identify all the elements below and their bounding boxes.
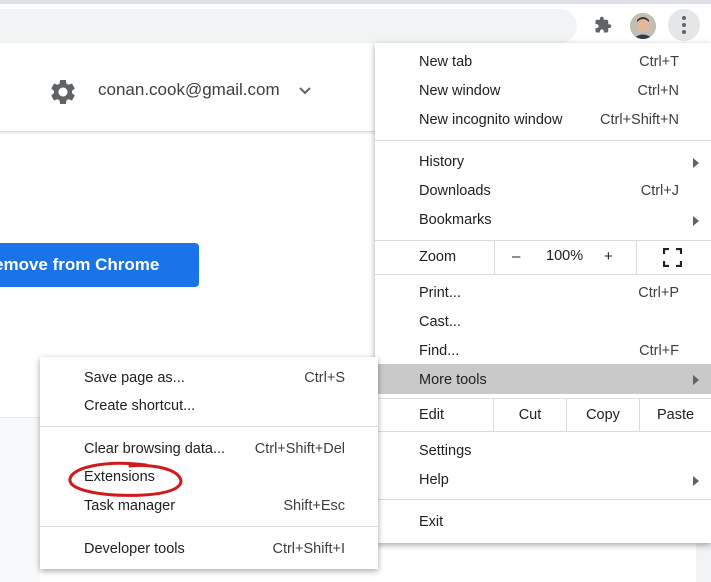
- submenu-item-shortcut: Ctrl+Shift+Del: [254, 441, 345, 457]
- remove-button-label: emove from Chrome: [0, 255, 160, 274]
- submenu-arrow-icon: [693, 158, 699, 168]
- menu-divider: [375, 274, 711, 275]
- remove-from-chrome-button[interactable]: emove from Chrome: [0, 243, 199, 287]
- more-tools-submenu: Save page as... Ctrl+S Create shortcut..…: [40, 357, 378, 569]
- menu-dot: [682, 16, 686, 20]
- copy-label: Copy: [586, 407, 620, 423]
- menu-divider: [375, 140, 711, 141]
- submenu-item-extensions[interactable]: Extensions: [40, 463, 378, 491]
- submenu-item-shortcut: Ctrl+Shift+I: [272, 541, 345, 557]
- submenu-arrow-icon: [693, 375, 699, 385]
- submenu-item-label: Task manager: [84, 498, 176, 514]
- submenu-arrow-icon: [693, 216, 699, 226]
- submenu-item-shortcut: Ctrl+S: [304, 370, 345, 386]
- cut-label: Cut: [518, 407, 542, 423]
- menu-item-shortcut: Ctrl+J: [640, 183, 679, 199]
- menu-divider: [375, 499, 711, 500]
- zoom-label: Zoom: [419, 249, 457, 265]
- cut-button[interactable]: Cut: [493, 399, 566, 431]
- submenu-item-clear-browsing-data[interactable]: Clear browsing data... Ctrl+Shift+Del: [40, 435, 378, 463]
- avatar-image: [630, 13, 656, 39]
- paste-button[interactable]: Paste: [639, 399, 711, 431]
- submenu-item-create-shortcut[interactable]: Create shortcut...: [40, 392, 378, 420]
- fullscreen-icon[interactable]: [663, 248, 682, 267]
- page-scroll-area: [696, 541, 711, 582]
- menu-item-shortcut: Ctrl+T: [639, 54, 679, 70]
- menu-item-label: New window: [419, 83, 501, 99]
- edit-label: Edit: [419, 407, 444, 423]
- menu-item-history[interactable]: History: [375, 148, 711, 177]
- submenu-divider: [40, 426, 378, 427]
- menu-item-help[interactable]: Help: [375, 466, 711, 495]
- menu-item-label: Find...: [419, 343, 460, 359]
- profile-avatar[interactable]: [630, 13, 656, 39]
- zoom-in-button[interactable]: +: [604, 248, 613, 265]
- submenu-item-label: Clear browsing data...: [84, 441, 226, 457]
- menu-item-print[interactable]: Print... Ctrl+P: [375, 279, 711, 308]
- menu-item-more-tools[interactable]: More tools: [375, 364, 711, 394]
- menu-item-settings[interactable]: Settings: [375, 437, 711, 466]
- menu-item-label: Help: [419, 472, 449, 488]
- account-header: conan.cook@gmail.com: [0, 44, 390, 132]
- browser-toolbar: [0, 0, 711, 44]
- submenu-item-task-manager[interactable]: Task manager Shift+Esc: [40, 492, 378, 520]
- zoom-row: Zoom – 100% +: [375, 241, 711, 274]
- submenu-item-label: Developer tools: [84, 541, 185, 557]
- edit-row: Edit Cut Copy Paste: [375, 399, 711, 431]
- account-email[interactable]: conan.cook@gmail.com: [98, 80, 280, 100]
- menu-dot: [682, 30, 686, 34]
- menu-item-label: New tab: [419, 54, 473, 70]
- submenu-item-shortcut: Shift+Esc: [283, 498, 345, 514]
- menu-item-bookmarks[interactable]: Bookmarks: [375, 206, 711, 235]
- submenu-divider: [40, 526, 378, 527]
- submenu-item-label: Create shortcut...: [84, 398, 196, 414]
- menu-item-shortcut: Ctrl+N: [637, 83, 680, 99]
- menu-item-find[interactable]: Find... Ctrl+F: [375, 337, 711, 366]
- menu-dot: [682, 23, 686, 27]
- submenu-item-label: Extensions: [84, 469, 155, 485]
- menu-item-downloads[interactable]: Downloads Ctrl+J: [375, 177, 711, 206]
- menu-item-label: Print...: [419, 285, 461, 301]
- zoom-level: 100%: [546, 248, 584, 264]
- paste-label: Paste: [656, 407, 695, 423]
- chrome-main-menu: New tab Ctrl+T New window Ctrl+N New inc…: [375, 43, 711, 543]
- zoom-out-button[interactable]: –: [512, 248, 520, 265]
- menu-item-label: Bookmarks: [419, 212, 492, 228]
- gear-icon[interactable]: [48, 77, 78, 107]
- menu-item-new-window[interactable]: New window Ctrl+N: [375, 77, 711, 106]
- submenu-item-label: Save page as...: [84, 370, 185, 386]
- menu-item-cast[interactable]: Cast...: [375, 308, 711, 337]
- menu-item-shortcut: Ctrl+F: [639, 343, 679, 359]
- menu-item-shortcut: Ctrl+P: [638, 285, 679, 301]
- extensions-button[interactable]: [589, 11, 617, 39]
- chrome-menu-button[interactable]: [668, 9, 700, 41]
- menu-item-shortcut: Ctrl+Shift+N: [600, 112, 679, 128]
- menu-item-label: Exit: [419, 514, 444, 530]
- puzzle-icon: [595, 16, 612, 33]
- menu-item-new-incognito-window[interactable]: New incognito window Ctrl+Shift+N: [375, 106, 711, 135]
- menu-item-label: Downloads: [419, 183, 491, 199]
- submenu-item-save-page-as[interactable]: Save page as... Ctrl+S: [40, 364, 378, 392]
- address-bar[interactable]: [0, 9, 577, 43]
- menu-item-exit[interactable]: Exit: [375, 508, 711, 537]
- menu-item-label: History: [419, 154, 465, 170]
- submenu-arrow-icon: [693, 476, 699, 486]
- chevron-down-icon[interactable]: [298, 86, 312, 96]
- menu-item-label: More tools: [419, 372, 487, 388]
- menu-item-label: New incognito window: [419, 112, 563, 128]
- copy-button[interactable]: Copy: [566, 399, 639, 431]
- content-panel: [0, 417, 40, 582]
- submenu-item-developer-tools[interactable]: Developer tools Ctrl+Shift+I: [40, 535, 378, 563]
- menu-item-label: Cast...: [419, 314, 461, 330]
- menu-item-label: Settings: [419, 443, 472, 459]
- menu-item-new-tab[interactable]: New tab Ctrl+T: [375, 48, 711, 77]
- tab-strip: [0, 0, 711, 4]
- menu-divider: [375, 431, 711, 432]
